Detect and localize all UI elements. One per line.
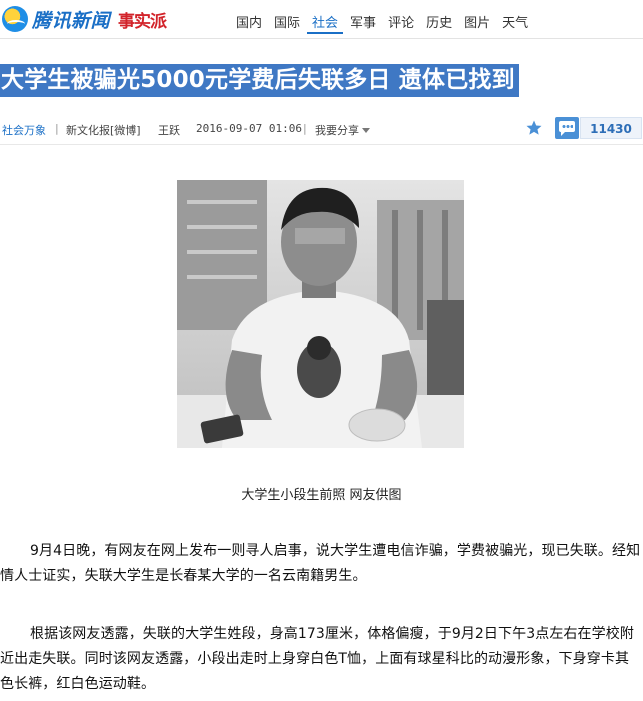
tencent-logo-icon bbox=[2, 6, 28, 32]
nav-item-guoji[interactable]: 国际 bbox=[269, 11, 305, 34]
comment-count[interactable]: 11430 bbox=[580, 117, 642, 139]
nav-item-tianqi[interactable]: 天气 bbox=[497, 11, 533, 34]
source-link[interactable]: 社会万象 bbox=[2, 122, 46, 138]
share-label: 我要分享 bbox=[315, 124, 359, 137]
comment-icon[interactable] bbox=[555, 117, 579, 139]
nav-item-junshi[interactable]: 军事 bbox=[345, 11, 381, 34]
article-meta: 社会万象 | 新文化报[微博] 王跃 2016-09-07 01:06 | 我要… bbox=[0, 119, 643, 141]
nav-item-shehui[interactable]: 社会 bbox=[307, 11, 344, 34]
header-divider bbox=[0, 38, 643, 39]
brand-sub: 事实派 bbox=[118, 11, 167, 32]
favorite-star-icon[interactable] bbox=[525, 119, 543, 137]
meta-divider bbox=[0, 144, 643, 145]
photo-caption: 大学生小段生前照 网友供图 bbox=[241, 488, 402, 503]
channel-nav: 国内 国际 社会 军事 评论 历史 图片 天气 bbox=[231, 11, 535, 34]
author-name: 王跃 bbox=[158, 124, 180, 137]
nav-item-pinglun[interactable]: 评论 bbox=[383, 11, 419, 34]
nav-item-tupian[interactable]: 图片 bbox=[459, 11, 495, 34]
article-title: 大学生被骗光5000元学费后失联多日 遗体已找到 bbox=[0, 64, 519, 97]
nav-item-lishi[interactable]: 历史 bbox=[421, 11, 457, 34]
meta-separator: | bbox=[303, 122, 307, 135]
brand-name: 腾讯新闻 bbox=[32, 9, 111, 32]
site-header: 腾讯新闻 事实派 国内 国际 社会 军事 评论 历史 图片 天气 bbox=[0, 0, 643, 38]
nav-item-guonei[interactable]: 国内 bbox=[231, 11, 267, 34]
chevron-down-icon bbox=[362, 128, 370, 133]
site-logo[interactable]: 腾讯新闻 事实派 bbox=[2, 6, 167, 32]
article-paragraph: 9月4日晚，有网友在网上发布一则寻人启事，说大学生遭电信诈骗，学费被骗光，现已失… bbox=[0, 543, 641, 584]
article-paragraph: 根据该网友透露，失联的大学生姓段，身高173厘米，体格偏瘦，于9月2日下午3点左… bbox=[0, 626, 634, 692]
meta-separator: | bbox=[55, 122, 59, 135]
publish-time: 2016-09-07 01:06 bbox=[196, 122, 302, 135]
paper-link[interactable]: 新文化报[微博] bbox=[66, 122, 141, 138]
article-photo bbox=[177, 180, 464, 448]
share-button[interactable]: 我要分享 bbox=[315, 122, 370, 138]
